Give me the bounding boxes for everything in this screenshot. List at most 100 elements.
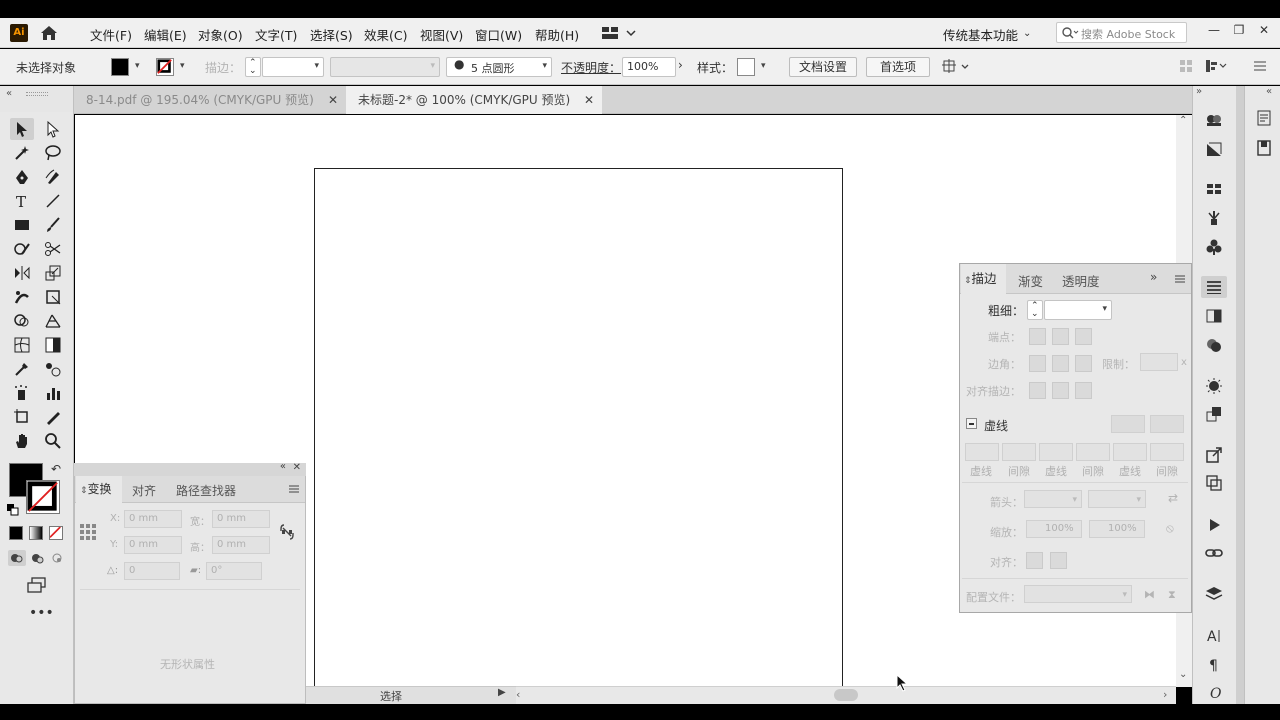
stroke-color-box[interactable] [26, 480, 60, 514]
graphic-style-swatch[interactable] [737, 58, 755, 76]
color-mode-button[interactable] [9, 526, 23, 540]
slice-tool[interactable] [41, 406, 65, 428]
close-panel-icon[interactable]: ✕ [293, 462, 301, 473]
menu-view[interactable]: 视图(V) [420, 25, 463, 44]
transparency-icon[interactable] [1201, 334, 1227, 356]
swatches-icon[interactable] [1201, 178, 1227, 200]
workspace-switcher[interactable]: 传统基本功能 [943, 25, 1018, 44]
column-graph-tool[interactable] [41, 382, 65, 404]
selection-tool[interactable] [10, 118, 34, 140]
brush-dropdown[interactable]: ● 5 点圆形 ▾ [446, 57, 552, 77]
scissors-tool[interactable] [41, 238, 65, 260]
panel-expand-icon[interactable]: » [1150, 270, 1157, 284]
shape-builder-tool[interactable] [10, 310, 34, 332]
none-mode-button[interactable] [49, 526, 63, 540]
scrollbar-thumb[interactable] [834, 689, 858, 701]
symbols-icon[interactable] [1201, 236, 1227, 258]
hand-tool[interactable] [10, 430, 34, 452]
fill-swatch[interactable] [111, 58, 129, 76]
arrange-icon[interactable] [940, 57, 972, 77]
reflect-tool[interactable] [10, 262, 34, 284]
tab-align[interactable]: 对齐 [132, 482, 156, 499]
expand-panels-icon[interactable]: » [1196, 86, 1202, 97]
artboard[interactable] [314, 168, 843, 688]
screen-mode-icon[interactable] [26, 576, 48, 594]
stroke-panel-icon[interactable] [1201, 276, 1227, 298]
tab-gradient[interactable]: 渐变 [1018, 271, 1043, 290]
grid-icon[interactable] [1178, 58, 1194, 74]
scroll-left-icon[interactable]: ‹ [516, 688, 520, 701]
libraries-icon[interactable] [1251, 137, 1277, 159]
chevron-down-icon[interactable]: ▾ [135, 61, 140, 71]
collapse-icon[interactable]: « [6, 88, 12, 99]
more-tools-icon[interactable]: ••• [29, 605, 54, 621]
stroke-stepper[interactable]: ⌃ ⌄ [245, 57, 261, 77]
paragraph-icon[interactable]: ¶ [1201, 653, 1227, 675]
zoom-tool[interactable] [41, 430, 65, 452]
color-icon[interactable] [1201, 138, 1227, 160]
menu-edit[interactable]: 编辑(E) [144, 25, 187, 44]
close-icon[interactable]: ✕ [328, 86, 338, 114]
chevron-right-icon[interactable]: › [678, 58, 683, 72]
arrange-documents-button[interactable] [600, 24, 640, 42]
dashed-line-checkbox[interactable] [966, 418, 977, 429]
menu-type[interactable]: 文字(T) [255, 25, 297, 44]
direct-selection-tool[interactable] [41, 118, 65, 140]
scroll-down-icon[interactable]: ⌄ [1179, 669, 1187, 680]
properties-icon[interactable] [1251, 107, 1277, 129]
stock-search-input[interactable]: 搜索 Adobe Stock [1056, 22, 1187, 43]
gradient-panel-icon[interactable] [1201, 305, 1227, 327]
blend-tool[interactable] [41, 358, 65, 380]
constrain-proportions-icon[interactable] [279, 522, 295, 542]
perspective-grid-tool[interactable] [41, 310, 65, 332]
menu-select[interactable]: 选择(S) [310, 25, 353, 44]
curvature-tool[interactable] [41, 166, 65, 188]
pathfinder-icon[interactable] [1201, 472, 1227, 494]
scroll-right-icon[interactable]: › [1163, 688, 1167, 701]
opacity-label[interactable]: 不透明度： [561, 59, 621, 76]
symbol-sprayer-tool[interactable] [10, 382, 34, 404]
type-tool[interactable]: T [10, 190, 34, 212]
appearance-icon[interactable] [1201, 375, 1227, 397]
color-guide-icon[interactable] [1201, 108, 1227, 130]
home-icon[interactable] [38, 23, 60, 43]
status-tool-label[interactable]: 选择 [380, 688, 402, 704]
free-transform-tool[interactable] [41, 286, 65, 308]
tab-transparency[interactable]: 透明度 [1062, 271, 1100, 290]
shaper-tool[interactable] [10, 238, 34, 260]
chevron-down-icon[interactable]: ⌄ [1023, 28, 1031, 39]
restore-button[interactable]: ❐ [1227, 23, 1251, 41]
pen-tool[interactable] [10, 166, 34, 188]
reference-point-icon[interactable] [79, 523, 97, 541]
tab-document-1[interactable]: 8-14.pdf @ 195.04% (CMYK/GPU 预览) ✕ [74, 86, 346, 114]
artboard-tool[interactable] [10, 406, 34, 428]
minimize-button[interactable]: — [1202, 23, 1226, 41]
lasso-tool[interactable] [41, 142, 65, 164]
align-options-icon[interactable] [1204, 58, 1228, 74]
links-icon[interactable] [1201, 542, 1227, 564]
menu-file[interactable]: 文件(F) [90, 25, 132, 44]
scroll-up-icon[interactable]: ⌃ [1179, 115, 1187, 126]
preferences-button[interactable]: 首选项 [866, 57, 930, 77]
chevron-down-icon[interactable]: ▾ [761, 61, 766, 71]
drag-handle[interactable] [26, 92, 48, 96]
tab-document-2[interactable]: 未标题-2* @ 100% (CMYK/GPU 预览) ✕ [346, 86, 602, 114]
magic-wand-tool[interactable] [10, 142, 34, 164]
stroke-weight-dropdown[interactable]: ▾ [262, 57, 324, 77]
opacity-input[interactable]: 100% [622, 57, 676, 77]
expand-panels-icon-2[interactable]: « [1266, 86, 1272, 97]
draw-modes[interactable] [7, 549, 67, 567]
panel-titlebar[interactable]: « ✕ [74, 461, 306, 476]
line-tool[interactable] [41, 190, 65, 212]
tab-transform[interactable]: ⇕变换 [76, 476, 122, 503]
eyedropper-tool[interactable] [10, 358, 34, 380]
control-menu-icon[interactable] [1252, 58, 1268, 74]
gradient-mode-button[interactable] [29, 526, 43, 540]
brushes-icon[interactable] [1201, 207, 1227, 229]
menu-object[interactable]: 对象(O) [198, 25, 243, 44]
export-icon[interactable] [1201, 444, 1227, 466]
panel-menu-icon[interactable] [288, 483, 300, 495]
panel-menu-icon[interactable] [1174, 273, 1186, 285]
character-icon[interactable]: A [1201, 624, 1227, 646]
weight-dropdown[interactable]: ▾ [1044, 300, 1112, 320]
